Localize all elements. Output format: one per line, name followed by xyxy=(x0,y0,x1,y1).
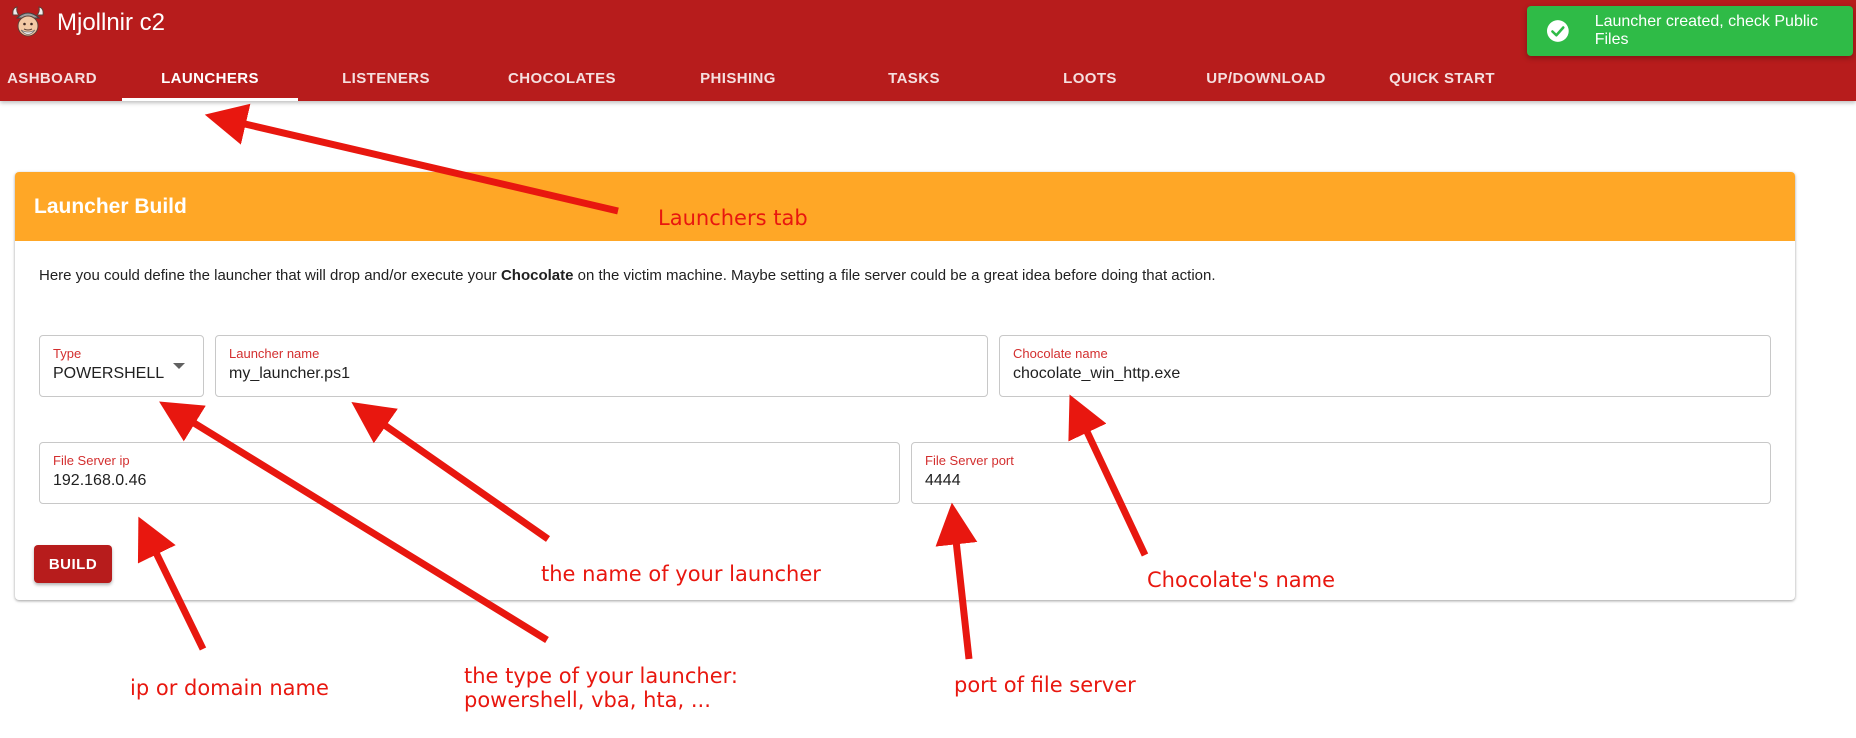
tab-chocolates[interactable]: CHOCOLATES xyxy=(474,56,650,101)
note-port: port of file server xyxy=(954,673,1136,697)
tab-loots[interactable]: LOOTS xyxy=(1002,56,1178,101)
viking-helmet-face-icon xyxy=(12,6,44,37)
build-button[interactable]: BUILD xyxy=(34,545,112,583)
launcher-name-value: my_launcher.ps1 xyxy=(229,365,350,382)
launcher-name-label: Launcher name xyxy=(229,346,320,361)
brand[interactable]: Mjollnir c2 xyxy=(10,6,165,40)
app-title: Mjollnir c2 xyxy=(57,9,166,36)
type-select[interactable]: Type POWERSHELL xyxy=(39,335,204,397)
tab-launchers[interactable]: LAUNCHERS xyxy=(122,56,298,101)
description-bold-chocolate: Chocolate xyxy=(500,267,574,284)
check-circle-icon xyxy=(1546,20,1569,42)
type-label: Type xyxy=(53,346,82,361)
tab-dashboard[interactable]: ASHBOARD xyxy=(0,56,140,101)
note-launcher-name: the name of your launcher xyxy=(541,562,821,586)
note-type-line1: the type of your launcher: xyxy=(464,664,738,688)
tab-tasks[interactable]: TASKS xyxy=(826,56,1002,101)
card-title: Launcher Build xyxy=(34,194,187,218)
dropdown-caret-icon[interactable] xyxy=(173,362,185,370)
file-server-ip-value: 192.168.0.46 xyxy=(53,472,147,489)
main-nav-tabs: ASHBOARD LAUNCHERS LISTENERS CHOCOLATES … xyxy=(0,56,1856,101)
launcher-name-input[interactable]: Launcher name my_launcher.ps1 xyxy=(215,335,988,397)
file-server-port-input[interactable]: File Server port 4444 xyxy=(911,442,1771,504)
toast-message: Launcher created, check Public Files xyxy=(1594,13,1818,48)
chocolate-name-input[interactable]: Chocolate name chocolate_win_http.exe xyxy=(999,335,1771,397)
card-description: Here you could define the launcher that … xyxy=(39,267,1216,284)
type-value: POWERSHELL xyxy=(53,365,165,382)
file-server-ip-label: File Server ip xyxy=(53,453,130,468)
note-chocolate-name: Chocolate's name xyxy=(1147,568,1336,592)
note-type-line2: powershell, vba, hta, ... xyxy=(464,688,711,712)
note-launchers-tab: Launchers tab xyxy=(658,206,808,230)
tab-phishing[interactable]: PHISHING xyxy=(650,56,826,101)
tab-quick-start[interactable]: QUICK START xyxy=(1354,56,1530,101)
card-header: Launcher Build xyxy=(15,172,1795,241)
file-server-ip-input[interactable]: File Server ip 192.168.0.46 xyxy=(39,442,900,504)
launcher-build-card: Launcher Build Here you could define the… xyxy=(15,172,1795,600)
tab-listeners[interactable]: LISTENERS xyxy=(298,56,474,101)
success-toast[interactable]: Launcher created, check Public Files xyxy=(1527,6,1853,56)
file-server-port-label: File Server port xyxy=(925,453,1014,468)
chocolate-name-value: chocolate_win_http.exe xyxy=(1013,365,1181,382)
description-text-end: on the victim machine. Maybe setting a f… xyxy=(573,267,1216,284)
note-ip: ip or domain name xyxy=(130,676,329,700)
file-server-port-value: 4444 xyxy=(925,472,961,489)
tab-up-download[interactable]: UP/DOWNLOAD xyxy=(1178,56,1354,101)
description-text: Here you could define the launcher that … xyxy=(39,267,501,284)
chocolate-name-label: Chocolate name xyxy=(1013,346,1108,361)
